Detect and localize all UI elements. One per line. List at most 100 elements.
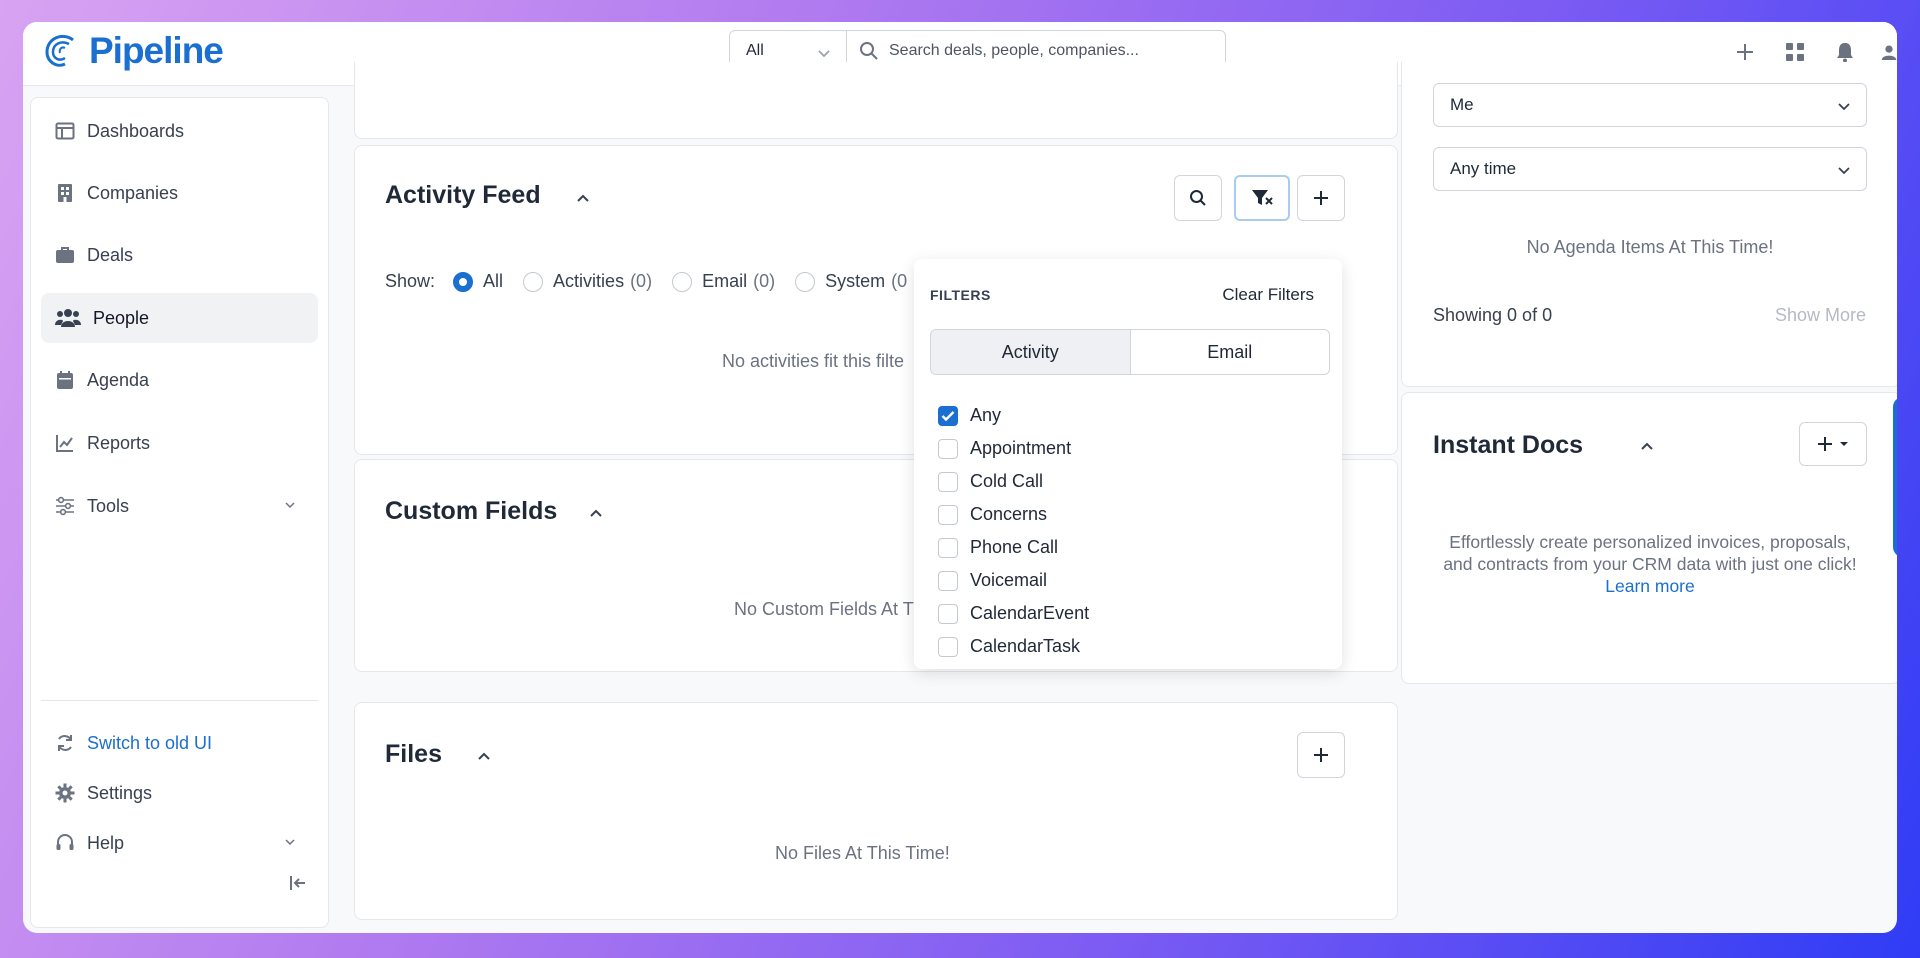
switch-old-ui-link[interactable]: Switch to old UI [41,718,318,768]
collapse-sidebar-icon[interactable] [288,873,308,893]
agenda-range-value: Any time [1450,159,1517,178]
learn-more-link[interactable]: Learn more [1605,576,1695,596]
chevron-down-icon [285,839,295,846]
plus-icon [1818,437,1832,451]
filter-option-concerns[interactable]: Concerns [938,498,1089,531]
add-file-button[interactable] [1297,732,1345,778]
filters-dropdown: FILTERS Clear Filters Activity Email Any… [914,259,1342,669]
sidebar-item-deals[interactable]: Deals [41,230,318,280]
building-icon [58,184,72,202]
filter-option-label: Cold Call [970,471,1044,491]
sidebar-item-people[interactable]: People [41,293,318,343]
radio-button[interactable] [795,271,816,292]
activity-show-filter: Show: All Activities (0) Email (0) Syste… [385,271,927,292]
sidebar-item-companies[interactable]: Companies [41,168,318,218]
logo-swirl-icon [45,35,74,67]
chevron-down-icon [1838,103,1850,111]
pipeline-logo[interactable]: Pipeline [43,30,224,72]
headset-icon [56,834,74,850]
filter-option-label: Phone Call [970,537,1059,557]
search-input[interactable] [889,42,1209,60]
filter-option-label: Concerns [970,504,1048,524]
radio-count: (0 [891,271,908,291]
files-title: Files [385,740,442,768]
sidebar-item-label: Agenda [87,369,150,390]
agenda-range-select[interactable]: Any time [1433,147,1867,191]
app-window: Pipeline All Das [23,22,1897,933]
sidebar-item-dashboards[interactable]: Dashboards [41,106,318,156]
sidebar-divider [41,700,318,701]
sidebar-item-label: People [93,307,150,328]
radio-button[interactable] [672,271,693,292]
tab-activity[interactable]: Activity [931,330,1131,374]
radio-button[interactable] [453,271,474,292]
filter-option-calendar-event[interactable]: CalendarEvent [938,597,1089,630]
sidebar-item-help[interactable]: Help [41,818,318,868]
caret-down-icon [1840,442,1848,446]
plus-icon [1314,191,1328,205]
agenda-showing-count: Showing 0 of 0 [1433,305,1553,325]
tab-email[interactable]: Email [1131,330,1330,374]
radio-all[interactable]: All [453,271,503,292]
sidebar-item-agenda[interactable]: Agenda [41,355,318,405]
clear-filters-button[interactable]: Clear Filters [1222,285,1314,305]
sidebar-item-settings[interactable]: Settings [41,768,318,818]
side-help-tab[interactable] [1893,397,1897,557]
radio-label: System [825,271,886,291]
radio-email[interactable]: Email (0) [672,271,775,292]
check-icon [941,410,955,421]
filter-option-phone-call[interactable]: Phone Call [938,531,1089,564]
calendar-icon [57,371,73,389]
radio-activities[interactable]: Activities (0) [523,271,652,292]
agenda-owner-select[interactable]: Me [1433,83,1867,127]
filter-option-cold-call[interactable]: Cold Call [938,465,1089,498]
chevron-up-icon[interactable] [575,190,591,206]
gear-icon [55,783,75,803]
radio-label: Activities [553,271,625,291]
checkbox[interactable] [938,504,958,525]
show-label: Show: [385,271,436,291]
checkbox[interactable] [938,603,958,624]
radio-system[interactable]: System (0 [795,271,907,292]
files-card: Files No Files At This Time! [354,702,1398,920]
checkbox-checked[interactable] [938,405,958,426]
activity-filter-button[interactable] [1234,175,1290,221]
filter-option-voicemail[interactable]: Voicemail [938,564,1089,597]
chevron-up-icon[interactable] [588,505,604,521]
sidebar-item-reports[interactable]: Reports [41,418,318,468]
sidebar-item-label: Deals [87,244,134,265]
files-empty-message: No Files At This Time! [775,843,950,863]
sidebar-item-tools[interactable]: Tools [41,481,318,531]
instant-docs-description: Effortlessly create personalized invoice… [1442,531,1858,597]
filter-icon [1252,190,1273,205]
activity-search-button[interactable] [1174,175,1222,221]
chevron-up-icon[interactable] [476,748,492,764]
checkbox[interactable] [938,471,958,492]
sidebar-item-label: Help [87,832,125,853]
checkbox[interactable] [938,570,958,591]
checkbox[interactable] [938,636,958,657]
add-instant-doc-button[interactable] [1799,422,1867,466]
filter-type-tabs: Activity Email [930,329,1330,375]
dashboard-icon [55,122,75,140]
search-icon [860,42,878,60]
sidebar-item-label: Dashboards [87,120,185,141]
filter-option-any[interactable]: Any [938,399,1089,432]
radio-count: (0) [753,271,776,291]
sidebar-item-label: Companies [87,182,179,203]
checkbox[interactable] [938,438,958,459]
show-more-button[interactable]: Show More [1775,305,1866,326]
custom-fields-title: Custom Fields [385,497,558,525]
filter-option-label: Any [970,405,1002,425]
refresh-icon [58,735,72,751]
chevron-up-icon[interactable] [1639,438,1655,454]
filter-option-calendar-task[interactable]: CalendarTask [938,630,1089,663]
radio-label: Email [702,271,748,291]
radio-button[interactable] [523,271,544,292]
filter-option-appointment[interactable]: Appointment [938,432,1089,465]
chevron-down-icon [285,502,295,509]
add-activity-button[interactable] [1297,175,1345,221]
sidebar-item-label: Settings [87,782,153,803]
checkbox[interactable] [938,537,958,558]
sidebar: Dashboards Companies Deals People Agenda… [30,97,329,928]
